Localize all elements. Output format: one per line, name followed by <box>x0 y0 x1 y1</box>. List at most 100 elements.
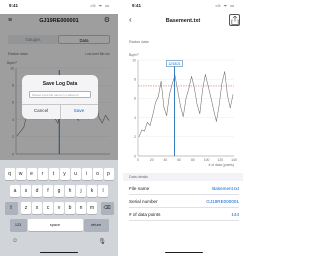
data-point <box>232 94 234 95</box>
backspace-key[interactable]: ⌫ <box>100 202 114 214</box>
data-point <box>169 94 170 95</box>
mic-icon[interactable]: 🎙 <box>98 238 106 245</box>
data-point <box>138 136 140 138</box>
key-k[interactable]: k <box>87 185 97 197</box>
status-time: 9:41 <box>132 3 142 8</box>
key-m[interactable]: m <box>87 202 97 214</box>
key-l[interactable]: l <box>98 185 108 197</box>
key-d[interactable]: d <box>32 185 42 197</box>
key-u[interactable]: u <box>70 168 81 180</box>
data-point <box>180 105 181 107</box>
key-s[interactable]: s <box>21 185 31 197</box>
detail-key: File name <box>129 186 150 191</box>
keyboard-row-4: 123 space return <box>0 219 118 231</box>
data-point <box>229 107 231 109</box>
key-y[interactable]: y <box>59 168 70 180</box>
detail-value: Basement.txt <box>212 186 239 191</box>
key-o[interactable]: o <box>92 168 103 180</box>
data-point <box>177 90 178 91</box>
file-header: ‹ Basement.txt <box>123 14 243 28</box>
key-c[interactable]: c <box>43 202 53 214</box>
data-point <box>213 109 214 111</box>
right-phone-screen: 9:41 ıll ᯤ ▭ ‹ Basement.txt Radon data B… <box>123 0 243 256</box>
keyboard-bottom-bar: ☺ 🎙 <box>0 236 118 245</box>
data-point <box>218 104 220 106</box>
x-tick-label: 120 <box>217 158 223 162</box>
detail-row-file-name: File name Basement.txt <box>129 182 239 195</box>
detail-key: # of data points <box>129 212 161 217</box>
x-tick-label: 100 <box>204 158 210 162</box>
shift-key[interactable]: ⇧ <box>4 202 18 214</box>
key-i[interactable]: i <box>81 168 92 180</box>
y-axis-label: Bq/m³ <box>129 53 139 57</box>
key-w[interactable]: w <box>15 168 26 180</box>
key-e[interactable]: e <box>26 168 37 180</box>
key-t[interactable]: t <box>48 168 59 180</box>
data-point <box>196 103 198 105</box>
space-key[interactable]: space <box>27 219 83 231</box>
x-tick-label: 0 <box>137 158 139 162</box>
y-tick-label: 0 <box>134 154 136 158</box>
data-point <box>185 98 187 99</box>
key-g[interactable]: g <box>54 185 64 197</box>
return-key[interactable]: return <box>83 219 109 231</box>
cancel-button[interactable]: Cancel <box>22 108 60 113</box>
key-f[interactable]: f <box>43 185 53 197</box>
chart-section-label: Radon data <box>129 40 149 44</box>
data-point <box>194 87 195 89</box>
data-point <box>221 82 223 84</box>
key-v[interactable]: v <box>54 202 64 214</box>
chart-container: Bq/m³ 10 8 6 4 2 0 0 20 40 60 80 100 120 140 # of data … <box>126 48 241 170</box>
home-indicator <box>40 251 78 253</box>
file-name-input[interactable]: Please input file name (x.y.data.txt) <box>29 91 91 98</box>
right-radon-chart: Bq/m³10864200 20 40 60 80 100 120 140# of data … <box>129 53 237 167</box>
x-tick-label: 20 <box>150 158 154 162</box>
data-point <box>158 96 159 97</box>
data-point <box>152 114 154 115</box>
key-q[interactable]: q <box>4 168 15 180</box>
key-j[interactable]: j <box>76 185 86 197</box>
home-indicator <box>165 251 203 253</box>
share-arrow-icon <box>231 16 239 25</box>
data-point <box>155 101 156 103</box>
y-tick-label: 8 <box>134 78 136 82</box>
x-tick-label: 80 <box>191 158 195 162</box>
keyboard-row-3: ⇧ zxcvbnm ⌫ <box>0 202 118 214</box>
y-tick-label: 4 <box>134 116 136 120</box>
key-a[interactable]: a <box>10 185 20 197</box>
status-icons: ıll ᯤ ▭ <box>215 3 235 8</box>
series-line <box>138 71 234 137</box>
x-axis-label: # of data (points) <box>209 163 234 167</box>
data-point <box>188 88 190 90</box>
keyboard-row-2: asdfghjkl <box>0 185 118 197</box>
save-log-dialog: Save Log Data Please input file name (x.… <box>22 75 98 119</box>
key-x[interactable]: x <box>32 202 42 214</box>
data-point <box>149 125 151 126</box>
key-n[interactable]: n <box>76 202 86 214</box>
dialog-title: Save Log Data <box>42 81 78 87</box>
data-point <box>224 71 225 72</box>
key-b[interactable]: b <box>65 202 75 214</box>
numbers-key[interactable]: 123 <box>9 219 27 231</box>
emoji-icon[interactable]: ☺ <box>12 238 18 245</box>
detail-row-data-points: # of data points 144 <box>129 208 239 221</box>
share-icon[interactable] <box>229 14 240 26</box>
data-point <box>141 129 143 131</box>
data-point <box>144 130 145 132</box>
keyboard: qwertyuiop asdfghjkl ⇧ zxcvbnm ⌫ 123 spa… <box>0 160 118 256</box>
data-point <box>207 85 209 87</box>
save-button[interactable]: Save <box>60 108 98 113</box>
x-tick-label: 140 <box>231 158 237 162</box>
file-title: Basement.txt <box>165 18 201 24</box>
data-point <box>191 76 192 77</box>
data-point <box>210 97 212 98</box>
key-z[interactable]: z <box>21 202 31 214</box>
data-point <box>216 121 217 122</box>
status-bar: 9:41 ıll ᯤ ▭ <box>0 0 118 12</box>
data-point <box>199 113 201 115</box>
key-p[interactable]: p <box>103 168 114 180</box>
y-tick-label: 6 <box>134 97 136 101</box>
cursor-label: 12/18/21 <box>168 62 181 66</box>
key-h[interactable]: h <box>65 185 75 197</box>
key-r[interactable]: r <box>37 168 48 180</box>
